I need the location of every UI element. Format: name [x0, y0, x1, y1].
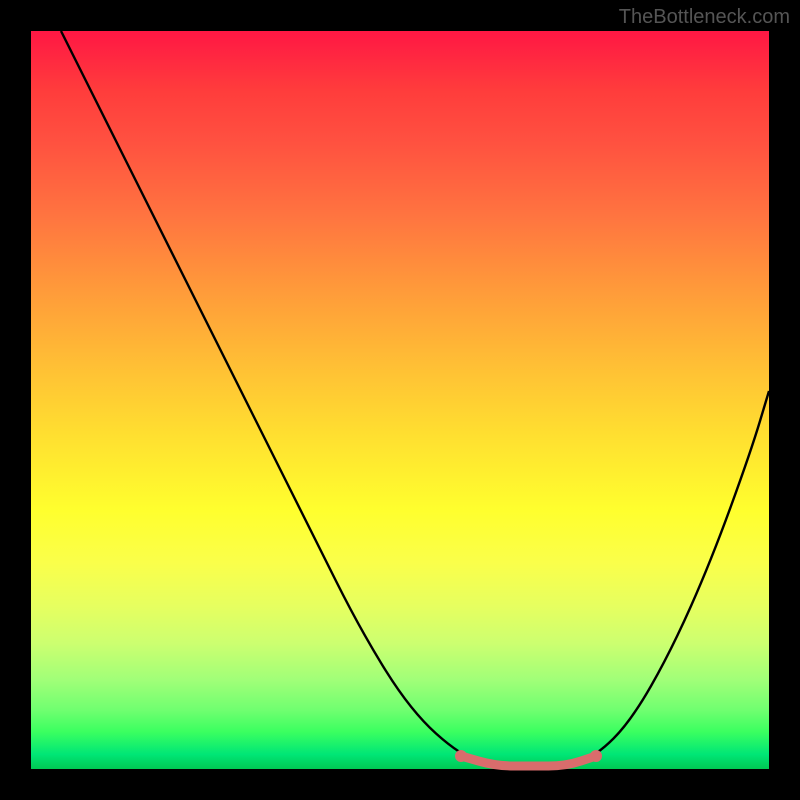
chart-container: TheBottleneck.com — [0, 0, 800, 800]
bottleneck-optimal-range — [461, 756, 596, 766]
optimal-range-start-dot — [455, 750, 467, 762]
optimal-range-end-dot — [590, 750, 602, 762]
watermark-text: TheBottleneck.com — [619, 6, 790, 29]
bottleneck-curve-svg — [31, 31, 769, 769]
bottleneck-curve — [61, 31, 769, 766]
